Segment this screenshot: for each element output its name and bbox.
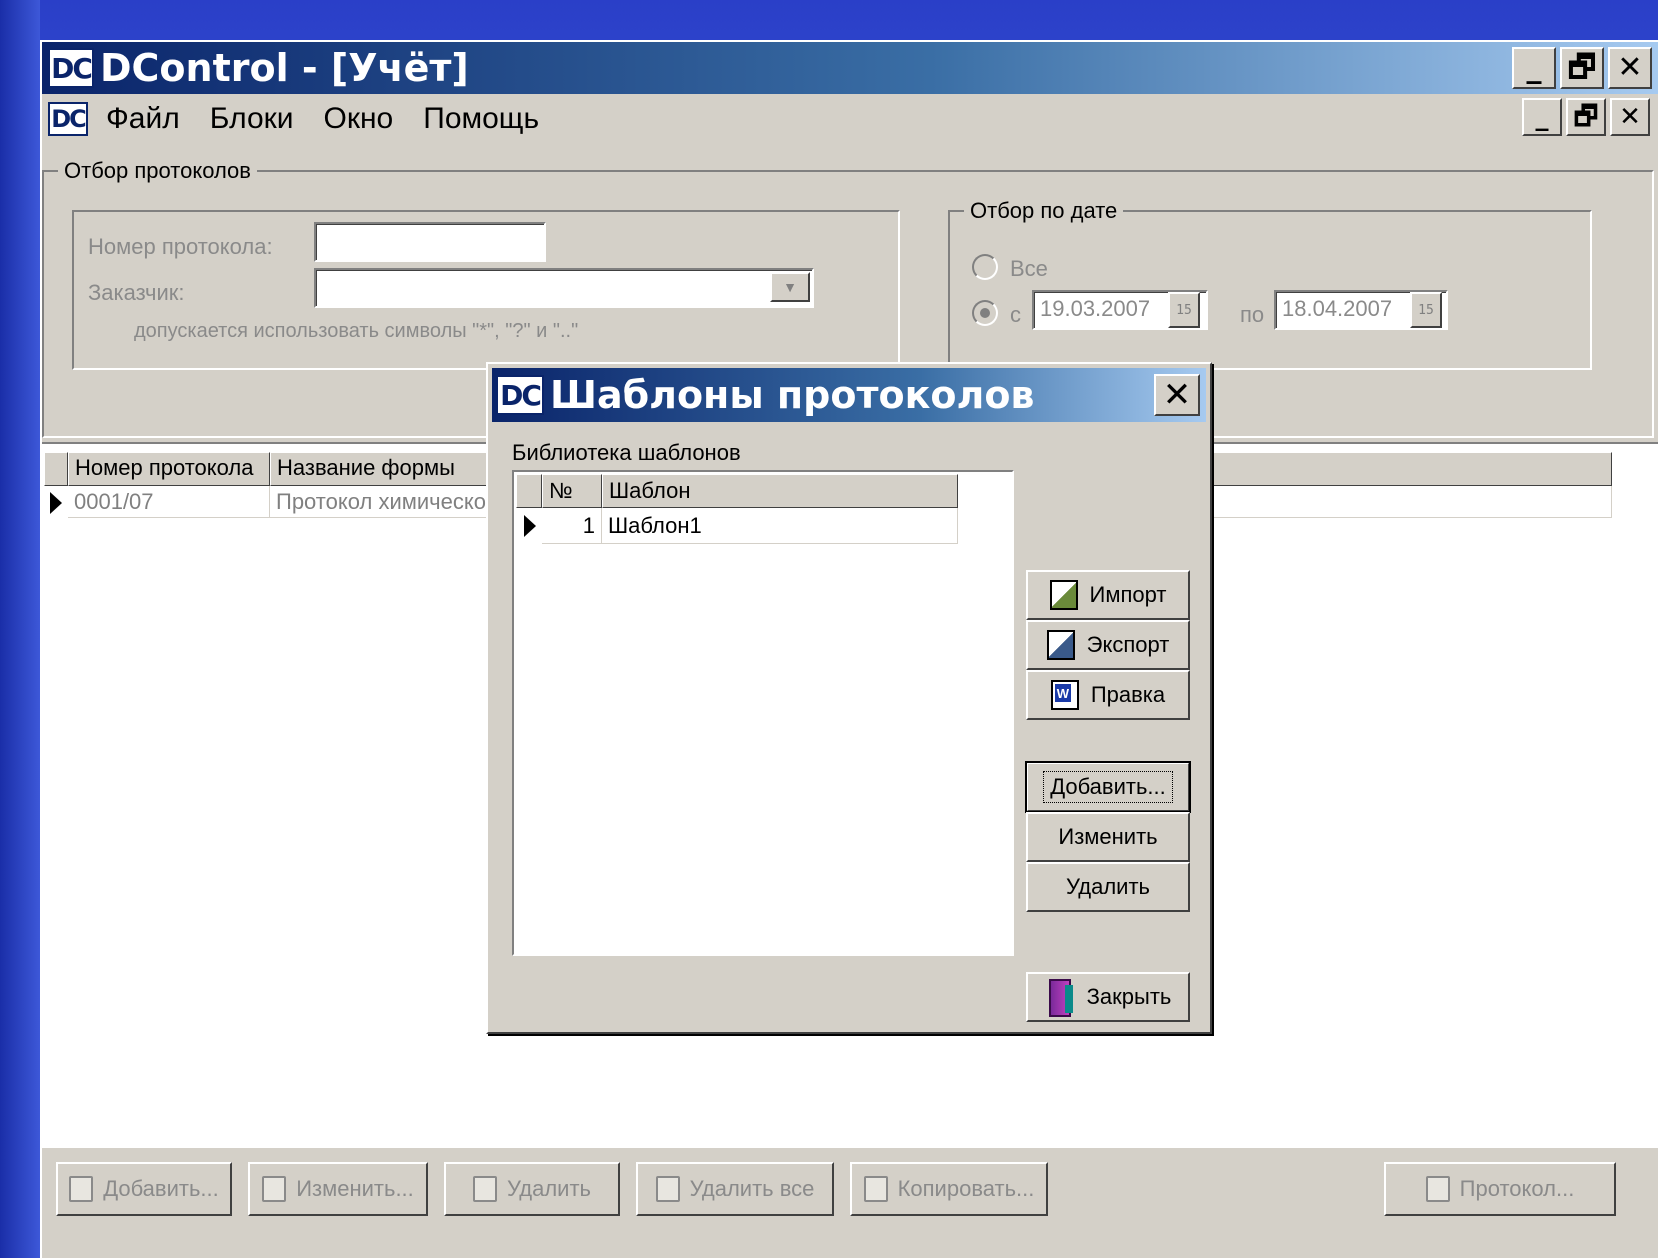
dialog-logo-icon: DC [496, 375, 544, 415]
add-icon [69, 1176, 94, 1202]
template-library-label: Библиотека шаблонов [512, 440, 741, 465]
protocol-filter-legend: Отбор протоколов [58, 158, 257, 184]
menu-file[interactable]: Файл [106, 102, 180, 136]
child-minimize-button[interactable]: _ [1522, 98, 1562, 136]
desktop-background [0, 0, 40, 1258]
dialog-close-icon[interactable]: ✕ [1154, 374, 1200, 416]
bottom-toolbar: Добавить... Изменить... Удалить Удалить … [42, 1148, 1658, 1258]
current-template-indicator-icon [524, 515, 536, 537]
menu-blocks[interactable]: Блоки [210, 102, 294, 136]
add-protocol-label: Добавить... [103, 1176, 219, 1201]
close-button[interactable]: ✕ [1608, 47, 1652, 89]
edit-protocol-label: Изменить... [296, 1176, 414, 1201]
table-row-number[interactable]: 0001/07 [68, 486, 270, 518]
export-button[interactable]: Экспорт [1026, 620, 1190, 670]
app-logo-icon: DC [48, 48, 94, 88]
edit-protocol-button[interactable]: Изменить... [248, 1162, 428, 1216]
add-template-button[interactable]: Добавить... [1025, 761, 1191, 813]
grid-indicator-header [44, 452, 68, 486]
delete-protocol-button[interactable]: Удалить [444, 1162, 620, 1216]
edit-icon [262, 1176, 287, 1202]
edit-in-word-label: Правка [1090, 682, 1166, 707]
change-template-button[interactable]: Изменить [1026, 812, 1190, 862]
delete-template-label: Удалить [1066, 874, 1150, 899]
current-row-indicator-icon [50, 492, 62, 514]
add-protocol-button[interactable]: Добавить... [56, 1162, 232, 1216]
add-template-label: Добавить... [1043, 771, 1173, 803]
restore-button[interactable]: 🗗 [1560, 47, 1604, 89]
radio-range[interactable] [972, 300, 998, 326]
exit-door-icon [1045, 979, 1075, 1017]
minimize-button[interactable]: _ [1512, 47, 1556, 89]
search-fields-group: Номер протокола: Заказчик: ▼ допускается… [72, 210, 900, 370]
protocol-number-label: Номер протокола: [88, 234, 273, 259]
date-filter-legend: Отбор по дате [964, 198, 1124, 224]
word-document-icon [1050, 680, 1079, 710]
delete-template-button[interactable]: Удалить [1026, 862, 1190, 912]
import-button[interactable]: Импорт [1026, 570, 1190, 620]
child-close-button[interactable]: ✕ [1610, 98, 1650, 136]
dialog-title: Шаблоны протоколов [550, 373, 1035, 417]
document-icon [1425, 1176, 1450, 1202]
templates-indicator-header [516, 474, 542, 508]
template-row-name[interactable]: Шаблон1 [602, 508, 958, 544]
radio-all[interactable] [972, 254, 998, 280]
delete-all-label: Удалить все [689, 1176, 815, 1201]
to-label: по [1240, 302, 1265, 327]
child-window-icon[interactable]: DC [48, 102, 88, 136]
customer-combobox[interactable]: ▼ [314, 268, 814, 308]
radio-all-label: Все [1010, 256, 1048, 281]
customer-label: Заказчик: [88, 280, 185, 305]
export-icon [1046, 630, 1075, 660]
menu-help[interactable]: Помощь [423, 102, 539, 136]
protocol-button[interactable]: Протокол... [1384, 1162, 1616, 1216]
chevron-down-icon[interactable]: ▼ [770, 272, 810, 302]
change-template-label: Изменить [1058, 824, 1158, 849]
template-row-number[interactable]: 1 [542, 508, 602, 544]
dialog-titlebar[interactable]: DC Шаблоны протоколов ✕ [492, 368, 1206, 422]
import-icon [1049, 580, 1078, 610]
copy-protocol-label: Копировать... [897, 1176, 1035, 1201]
edit-in-word-button[interactable]: Правка [1026, 670, 1190, 720]
main-titlebar[interactable]: DC DControl - [Учёт] _ 🗗 ✕ [42, 42, 1658, 94]
column-protocol-number[interactable]: Номер протокола [68, 452, 270, 486]
wildcard-hint: допускается использовать символы "*", "?… [134, 320, 579, 342]
calendar-to-icon[interactable]: 15 [1410, 292, 1442, 328]
menu-window[interactable]: Окно [324, 102, 394, 136]
delete-all-button[interactable]: Удалить все [636, 1162, 834, 1216]
protocol-number-input[interactable] [314, 222, 546, 262]
protocol-button-label: Протокол... [1459, 1176, 1575, 1201]
window-title: DControl - [Учёт] [100, 46, 469, 90]
delete-protocol-label: Удалить [507, 1176, 591, 1201]
export-label: Экспорт [1086, 632, 1170, 657]
column-template[interactable]: Шаблон [602, 474, 958, 508]
menubar: DC Файл Блоки Окно Помощь _ 🗗 ✕ [42, 94, 1658, 144]
from-label: с [1010, 302, 1021, 327]
close-dialog-label: Закрыть [1086, 984, 1172, 1009]
column-number[interactable]: № [542, 474, 602, 508]
delete-all-icon [655, 1176, 680, 1202]
child-restore-button[interactable]: 🗗 [1566, 98, 1606, 136]
import-label: Импорт [1089, 582, 1167, 607]
copy-icon [863, 1176, 888, 1202]
templates-dialog: DC Шаблоны протоколов ✕ Библиотека шабло… [486, 362, 1212, 1034]
calendar-from-icon[interactable]: 15 [1168, 292, 1200, 328]
date-filter-group: Отбор по дате Все с 19.03.2007 15 по 18.… [948, 198, 1592, 370]
close-dialog-button[interactable]: Закрыть [1026, 972, 1190, 1022]
templates-grid[interactable]: № Шаблон 1 Шаблон1 [512, 470, 1014, 956]
delete-icon [473, 1176, 497, 1202]
copy-protocol-button[interactable]: Копировать... [850, 1162, 1048, 1216]
